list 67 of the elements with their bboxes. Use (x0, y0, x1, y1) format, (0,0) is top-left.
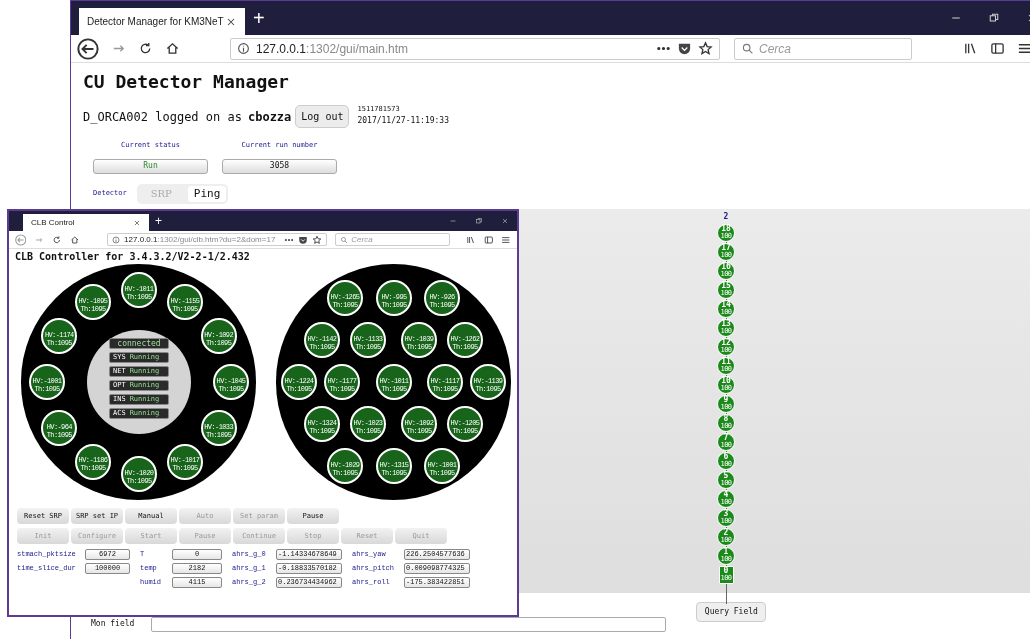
search-placeholder: Cerca (351, 233, 373, 246)
detector-button[interactable]: Ping (187, 185, 227, 202)
star-icon[interactable] (698, 41, 713, 56)
info-icon[interactable] (112, 235, 121, 244)
floor-number: 10 (721, 377, 731, 385)
search-icon[interactable] (741, 42, 754, 55)
connection-status: connected (109, 338, 169, 349)
status-field: 3058 (222, 158, 337, 174)
address-bar[interactable]: 127.0.0.1:1302/gui/clb.htm?du=2&dom=17 (107, 233, 328, 246)
tab-title: Detector Manager for KM3NeT (87, 15, 224, 29)
info-icon[interactable] (237, 42, 250, 55)
browser-tab[interactable]: Detector Manager for KM3NeT (79, 8, 245, 35)
sidebar-icon[interactable] (483, 234, 494, 245)
star-icon[interactable] (312, 234, 323, 245)
user-name: cbozza (247, 108, 292, 126)
floor-number: 6 (723, 453, 729, 461)
floor-number: 13 (721, 320, 731, 328)
datetime: 2017/11/27-11:19:33 (357, 115, 449, 127)
home-icon[interactable] (69, 234, 80, 245)
url-host: 127.0.0.1 (124, 233, 158, 246)
floor-number: 2 (723, 529, 729, 537)
mon-field[interactable] (151, 616, 667, 632)
new-tab-button[interactable]: + (155, 215, 162, 227)
floor-number: 1 (723, 548, 729, 556)
address-bar[interactable]: 127.0.0.1:1302/gui/main.htm (230, 37, 720, 60)
floor-number: 9 (723, 396, 729, 404)
status-field: Run (93, 158, 208, 174)
floor-number: 4 (723, 491, 729, 499)
login-text: D_ORCA002 logged on as (83, 108, 242, 126)
floor-number: 16 (721, 263, 731, 271)
pocket-icon[interactable] (298, 234, 309, 245)
home-icon[interactable] (165, 41, 180, 56)
floor-number: 15 (721, 282, 731, 290)
page-title: CU Detector Manager (83, 73, 290, 91)
string-label: 2 (723, 212, 729, 221)
close-icon[interactable] (501, 217, 509, 225)
floor-number: 8 (723, 415, 729, 423)
floor-number: 14 (721, 301, 731, 309)
sidebar-icon[interactable] (990, 41, 1005, 56)
restore-icon[interactable] (475, 217, 483, 225)
menu-icon[interactable] (1017, 41, 1030, 56)
reload-icon[interactable] (138, 41, 153, 56)
logout-button[interactable]: Log out (295, 105, 350, 128)
floor-number: 11 (721, 358, 731, 366)
mon-field-label: Mon field (91, 620, 135, 628)
url-path: :1302/gui/clb.htm?du=2&dom=17 (157, 233, 276, 246)
floor-number: 7 (723, 434, 729, 442)
floor-number: 12 (721, 339, 731, 347)
floor-number: 17 (721, 244, 731, 252)
page-title: CLB Controller for 3.4.3.2/V2-2-1/2.432 (15, 252, 251, 262)
browser-tab[interactable]: CLB Control (23, 214, 149, 231)
url-host: 127.0.0.1 (256, 40, 307, 58)
floor-number: 3 (723, 510, 729, 518)
close-icon[interactable] (133, 218, 141, 227)
floor-number: 18 (721, 225, 731, 233)
pocket-icon[interactable] (677, 41, 692, 56)
url-path: :1302/gui/main.htm (306, 40, 409, 58)
new-tab-button[interactable]: + (253, 8, 265, 28)
query-field-button[interactable]: Query Field (696, 602, 767, 622)
back-icon[interactable] (77, 37, 99, 60)
tab-title: CLB Control (31, 216, 75, 229)
search-placeholder: Cerca (759, 40, 791, 58)
menu-icon[interactable] (501, 234, 511, 245)
restore-icon[interactable] (988, 12, 1000, 24)
floor-number: 5 (723, 472, 729, 480)
library-icon[interactable] (963, 41, 978, 56)
library-icon[interactable] (466, 234, 476, 245)
